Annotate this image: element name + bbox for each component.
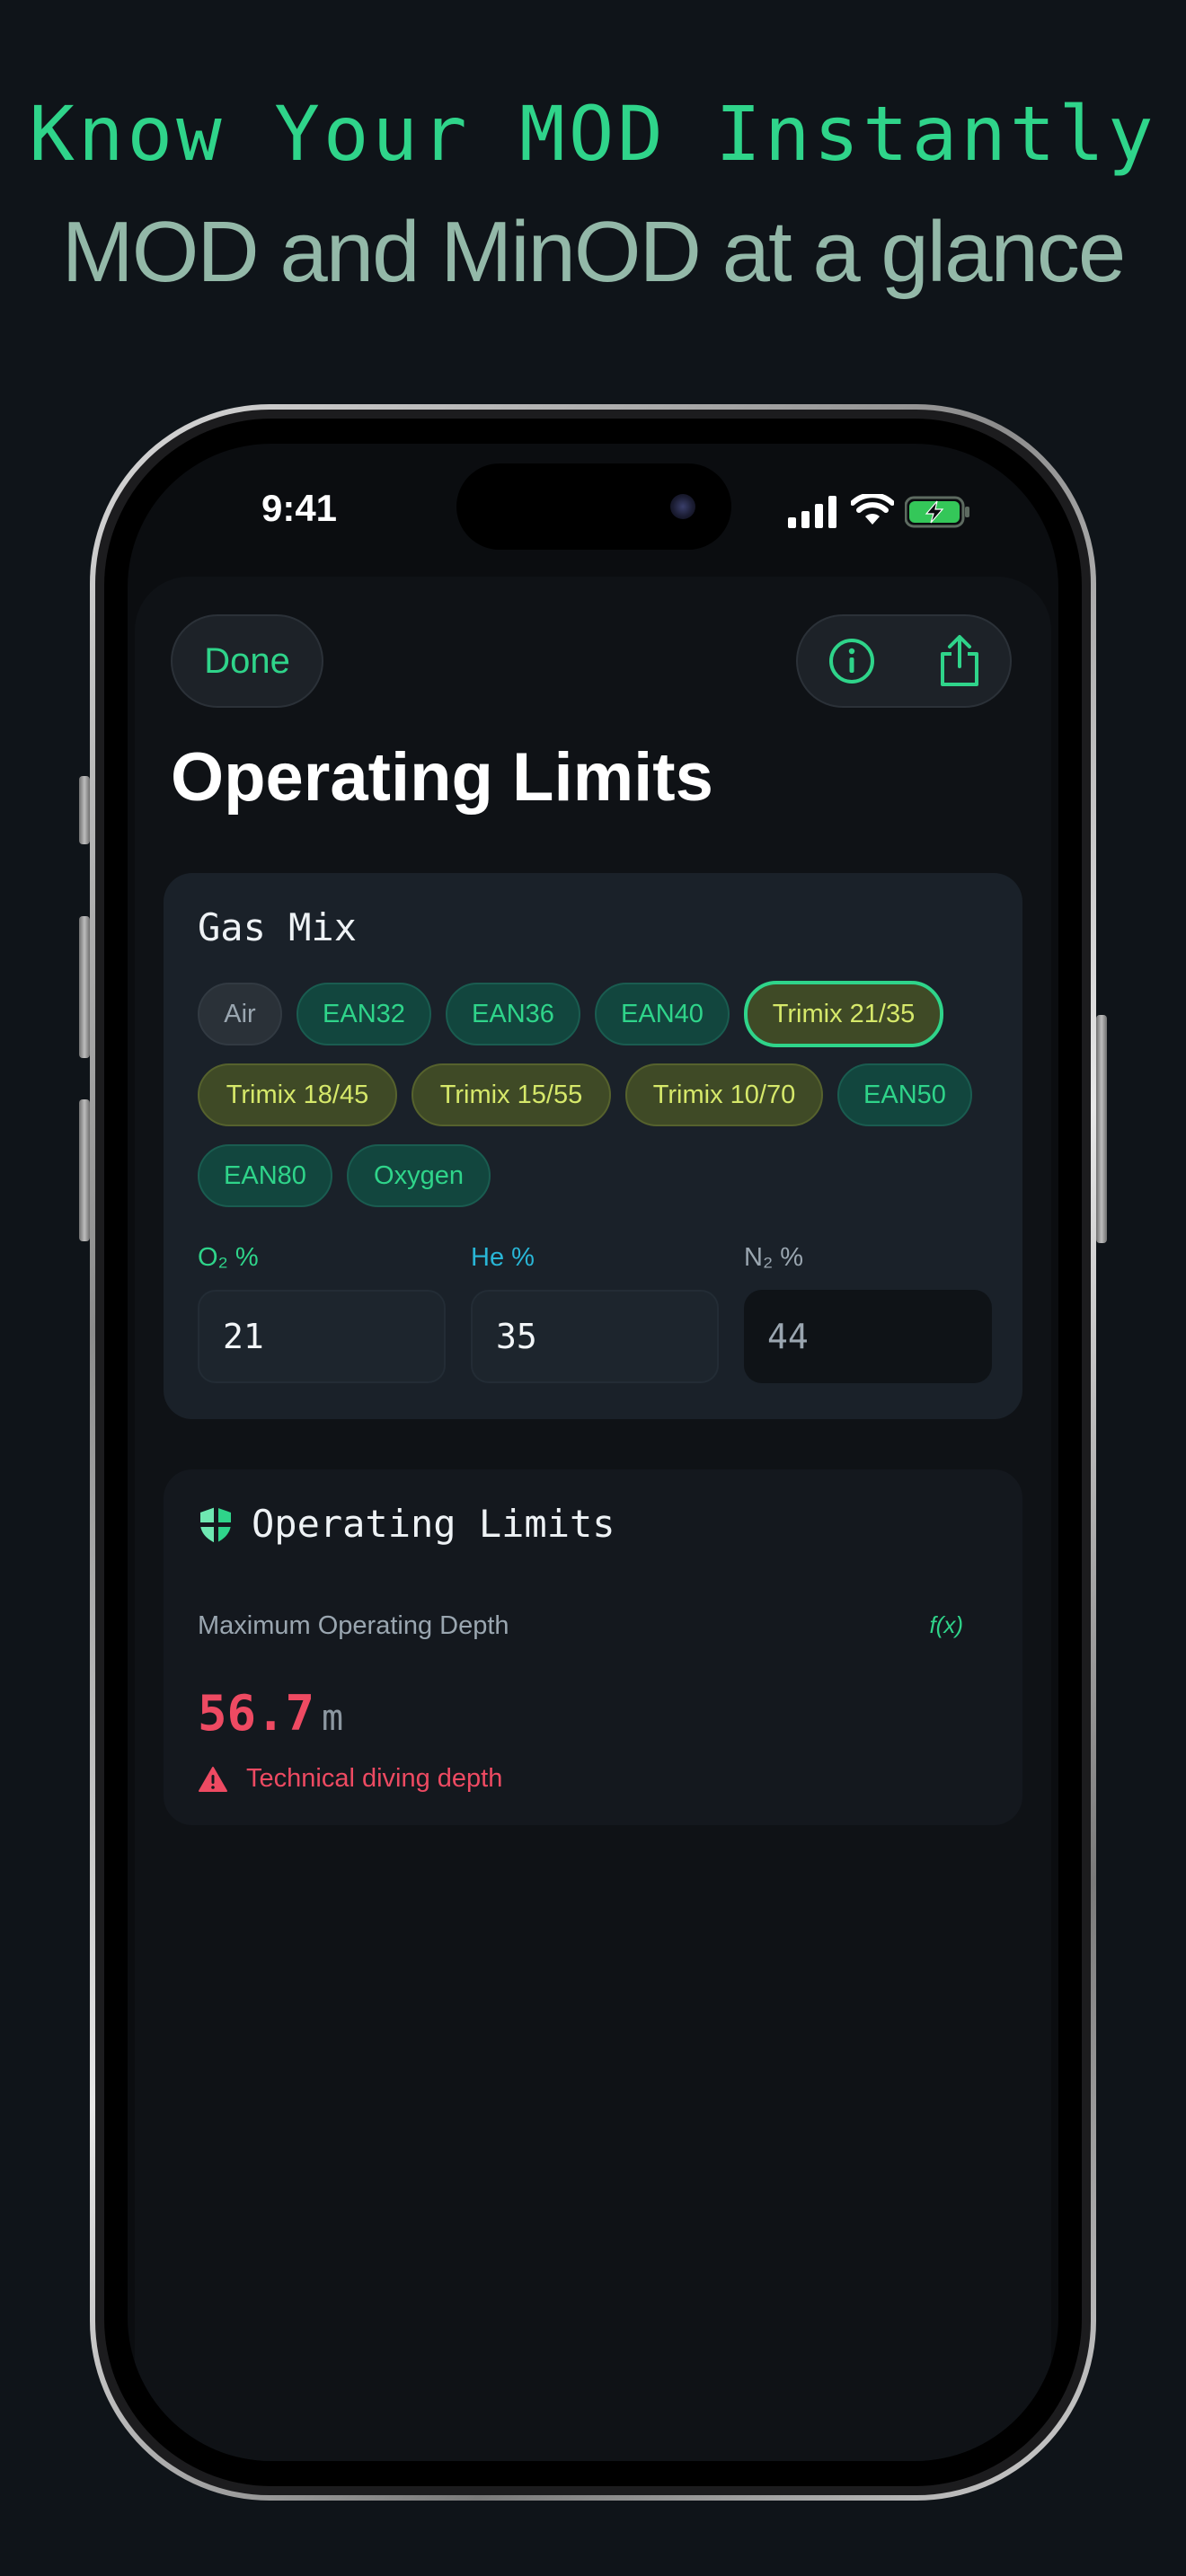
- preset-chip-ean50[interactable]: EAN50: [837, 1063, 972, 1126]
- done-button[interactable]: Done: [171, 614, 323, 708]
- marketing-subheadline: MOD and MinOD at a glance: [61, 204, 1127, 300]
- gas-mix-title: Gas Mix: [198, 905, 358, 949]
- wifi-icon: [851, 494, 894, 525]
- preset-chip-trimix-21-35[interactable]: Trimix 21/35: [744, 981, 943, 1047]
- mod-warning: Technical diving depth: [198, 1764, 502, 1794]
- preset-chip-ean80[interactable]: EAN80: [198, 1144, 332, 1207]
- volume-down-button: [79, 1099, 90, 1241]
- he-label: He %: [471, 1243, 535, 1272]
- n2-percent-readonly: 44: [744, 1290, 992, 1383]
- status-time: 9:41: [261, 487, 338, 529]
- battery-charging-icon: [905, 496, 969, 528]
- info-circle-icon: [829, 639, 874, 684]
- he-percent-input[interactable]: 35: [471, 1290, 719, 1383]
- shield-icon: [200, 1507, 231, 1543]
- operating-limits-card: Operating Limits Maximum Operating Depth…: [164, 1469, 1022, 1825]
- formula-button[interactable]: f(x): [929, 1611, 963, 1639]
- share-icon: [941, 635, 978, 686]
- mod-value: 56.7: [198, 1685, 315, 1742]
- preset-chip-air[interactable]: Air: [198, 983, 282, 1045]
- o2-label: O₂ %: [198, 1243, 259, 1272]
- page-title: Operating Limits: [171, 739, 713, 816]
- preset-chip-ean32[interactable]: EAN32: [296, 983, 431, 1045]
- preset-chip-oxygen[interactable]: Oxygen: [347, 1144, 491, 1207]
- o2-percent-input[interactable]: 21: [198, 1290, 446, 1383]
- share-button[interactable]: [906, 616, 1013, 706]
- preset-chip-trimix-10-70[interactable]: Trimix 10/70: [625, 1063, 823, 1126]
- operating-limits-sheet: Done Operating Limits Gas Mix Air EAN32 …: [135, 577, 1051, 2461]
- cellular-signal-icon: [788, 496, 836, 528]
- n2-label: N₂ %: [744, 1243, 804, 1272]
- warning-text: Technical diving depth: [246, 1764, 503, 1793]
- dynamic-island: [456, 463, 731, 550]
- preset-chip-trimix-18-45[interactable]: Trimix 18/45: [198, 1063, 397, 1126]
- volume-up-button: [79, 916, 90, 1058]
- operating-limits-title: Operating Limits: [252, 1502, 615, 1546]
- marketing-headline: Know Your MOD Instantly: [29, 90, 1157, 178]
- mod-unit: m: [322, 1698, 344, 1739]
- action-button: [79, 776, 90, 844]
- mod-label: Maximum Operating Depth: [198, 1611, 509, 1640]
- warning-triangle-icon: [199, 1766, 227, 1792]
- front-camera: [670, 494, 695, 519]
- info-button[interactable]: [798, 616, 906, 706]
- gas-mix-card: Gas Mix Air EAN32 EAN36 EAN40 Trimix 21/…: [164, 873, 1022, 1419]
- preset-chip-ean36[interactable]: EAN36: [446, 983, 580, 1045]
- preset-chip-trimix-15-55[interactable]: Trimix 15/55: [412, 1063, 611, 1126]
- preset-chip-ean40[interactable]: EAN40: [595, 983, 730, 1045]
- phone-screen: 9:41 Done Operating Limits Gas Mix Air E…: [128, 444, 1058, 2461]
- power-button: [1096, 1015, 1107, 1243]
- toolbar-actions: [796, 614, 1012, 708]
